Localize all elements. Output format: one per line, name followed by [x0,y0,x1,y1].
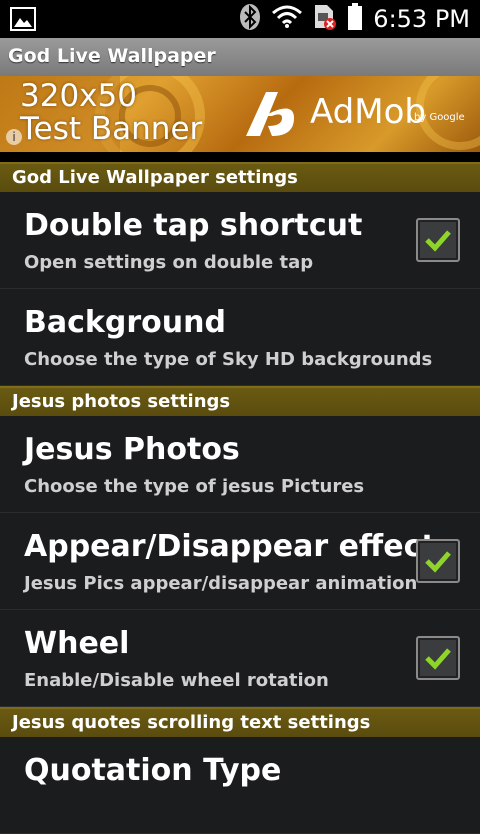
checkmark-icon [425,648,451,670]
pref-title: Double tap shortcut [24,208,363,243]
image-icon [10,7,36,35]
settings-list: God Live Wallpaper settings Double tap s… [0,162,480,834]
pref-double-tap[interactable]: Double tap shortcut Open settings on dou… [0,192,480,289]
ad-brand: AdMob [310,92,426,132]
bluetooth-icon [239,3,261,35]
pref-title: Quotation Type [24,753,282,788]
checkmark-icon [425,551,451,573]
pref-appear-effect[interactable]: Appear/Disappear effect Jesus Pics appea… [0,513,480,610]
section-header-quotes: Jesus quotes scrolling text settings [0,707,480,737]
pref-summary: Open settings on double tap [24,252,314,273]
double-tap-checkbox[interactable] [416,218,460,262]
ad-test-text: 320x50 Test Banner [20,80,202,146]
pref-title: Jesus Photos [24,432,240,467]
ad-line-2: Test Banner [20,111,203,147]
pref-summary: Enable/Disable wheel rotation [24,670,329,691]
pref-title: Appear/Disappear effect [24,529,436,564]
pref-jesus-photos[interactable]: Jesus Photos Choose the type of jesus Pi… [0,416,480,513]
pref-title: Background [24,305,226,340]
pref-quotation-type[interactable]: Quotation Type [0,737,480,834]
app-title: God Live Wallpaper [8,45,216,67]
pref-summary: Jesus Pics appear/disappear animation [24,573,418,594]
checkmark-icon [425,230,451,252]
section-header-photos: Jesus photos settings [0,386,480,416]
ad-banner[interactable]: 320x50 Test Banner AdMob by Google i [0,76,480,152]
pref-wheel[interactable]: Wheel Enable/Disable wheel rotation [0,610,480,707]
status-bar: 6:53 PM [0,0,480,38]
sim-icon [313,4,337,34]
ad-divider [0,152,480,162]
pref-summary: Choose the type of Sky HD backgrounds [24,349,433,370]
ad-by-google: by Google [414,112,465,123]
pref-summary: Choose the type of jesus Pictures [24,476,365,497]
info-icon[interactable]: i [6,129,22,145]
title-bar: God Live Wallpaper [0,38,480,77]
wifi-icon [271,5,303,33]
wheel-checkbox[interactable] [416,636,460,680]
admob-logo-icon [238,86,300,146]
pref-title: Wheel [24,626,130,661]
battery-icon [347,3,363,35]
pref-background[interactable]: Background Choose the type of Sky HD bac… [0,289,480,386]
section-header-wallpaper: God Live Wallpaper settings [0,162,480,192]
ad-line-1: 320x50 [20,78,137,114]
appear-effect-checkbox[interactable] [416,539,460,583]
status-time: 6:53 PM [373,5,470,33]
